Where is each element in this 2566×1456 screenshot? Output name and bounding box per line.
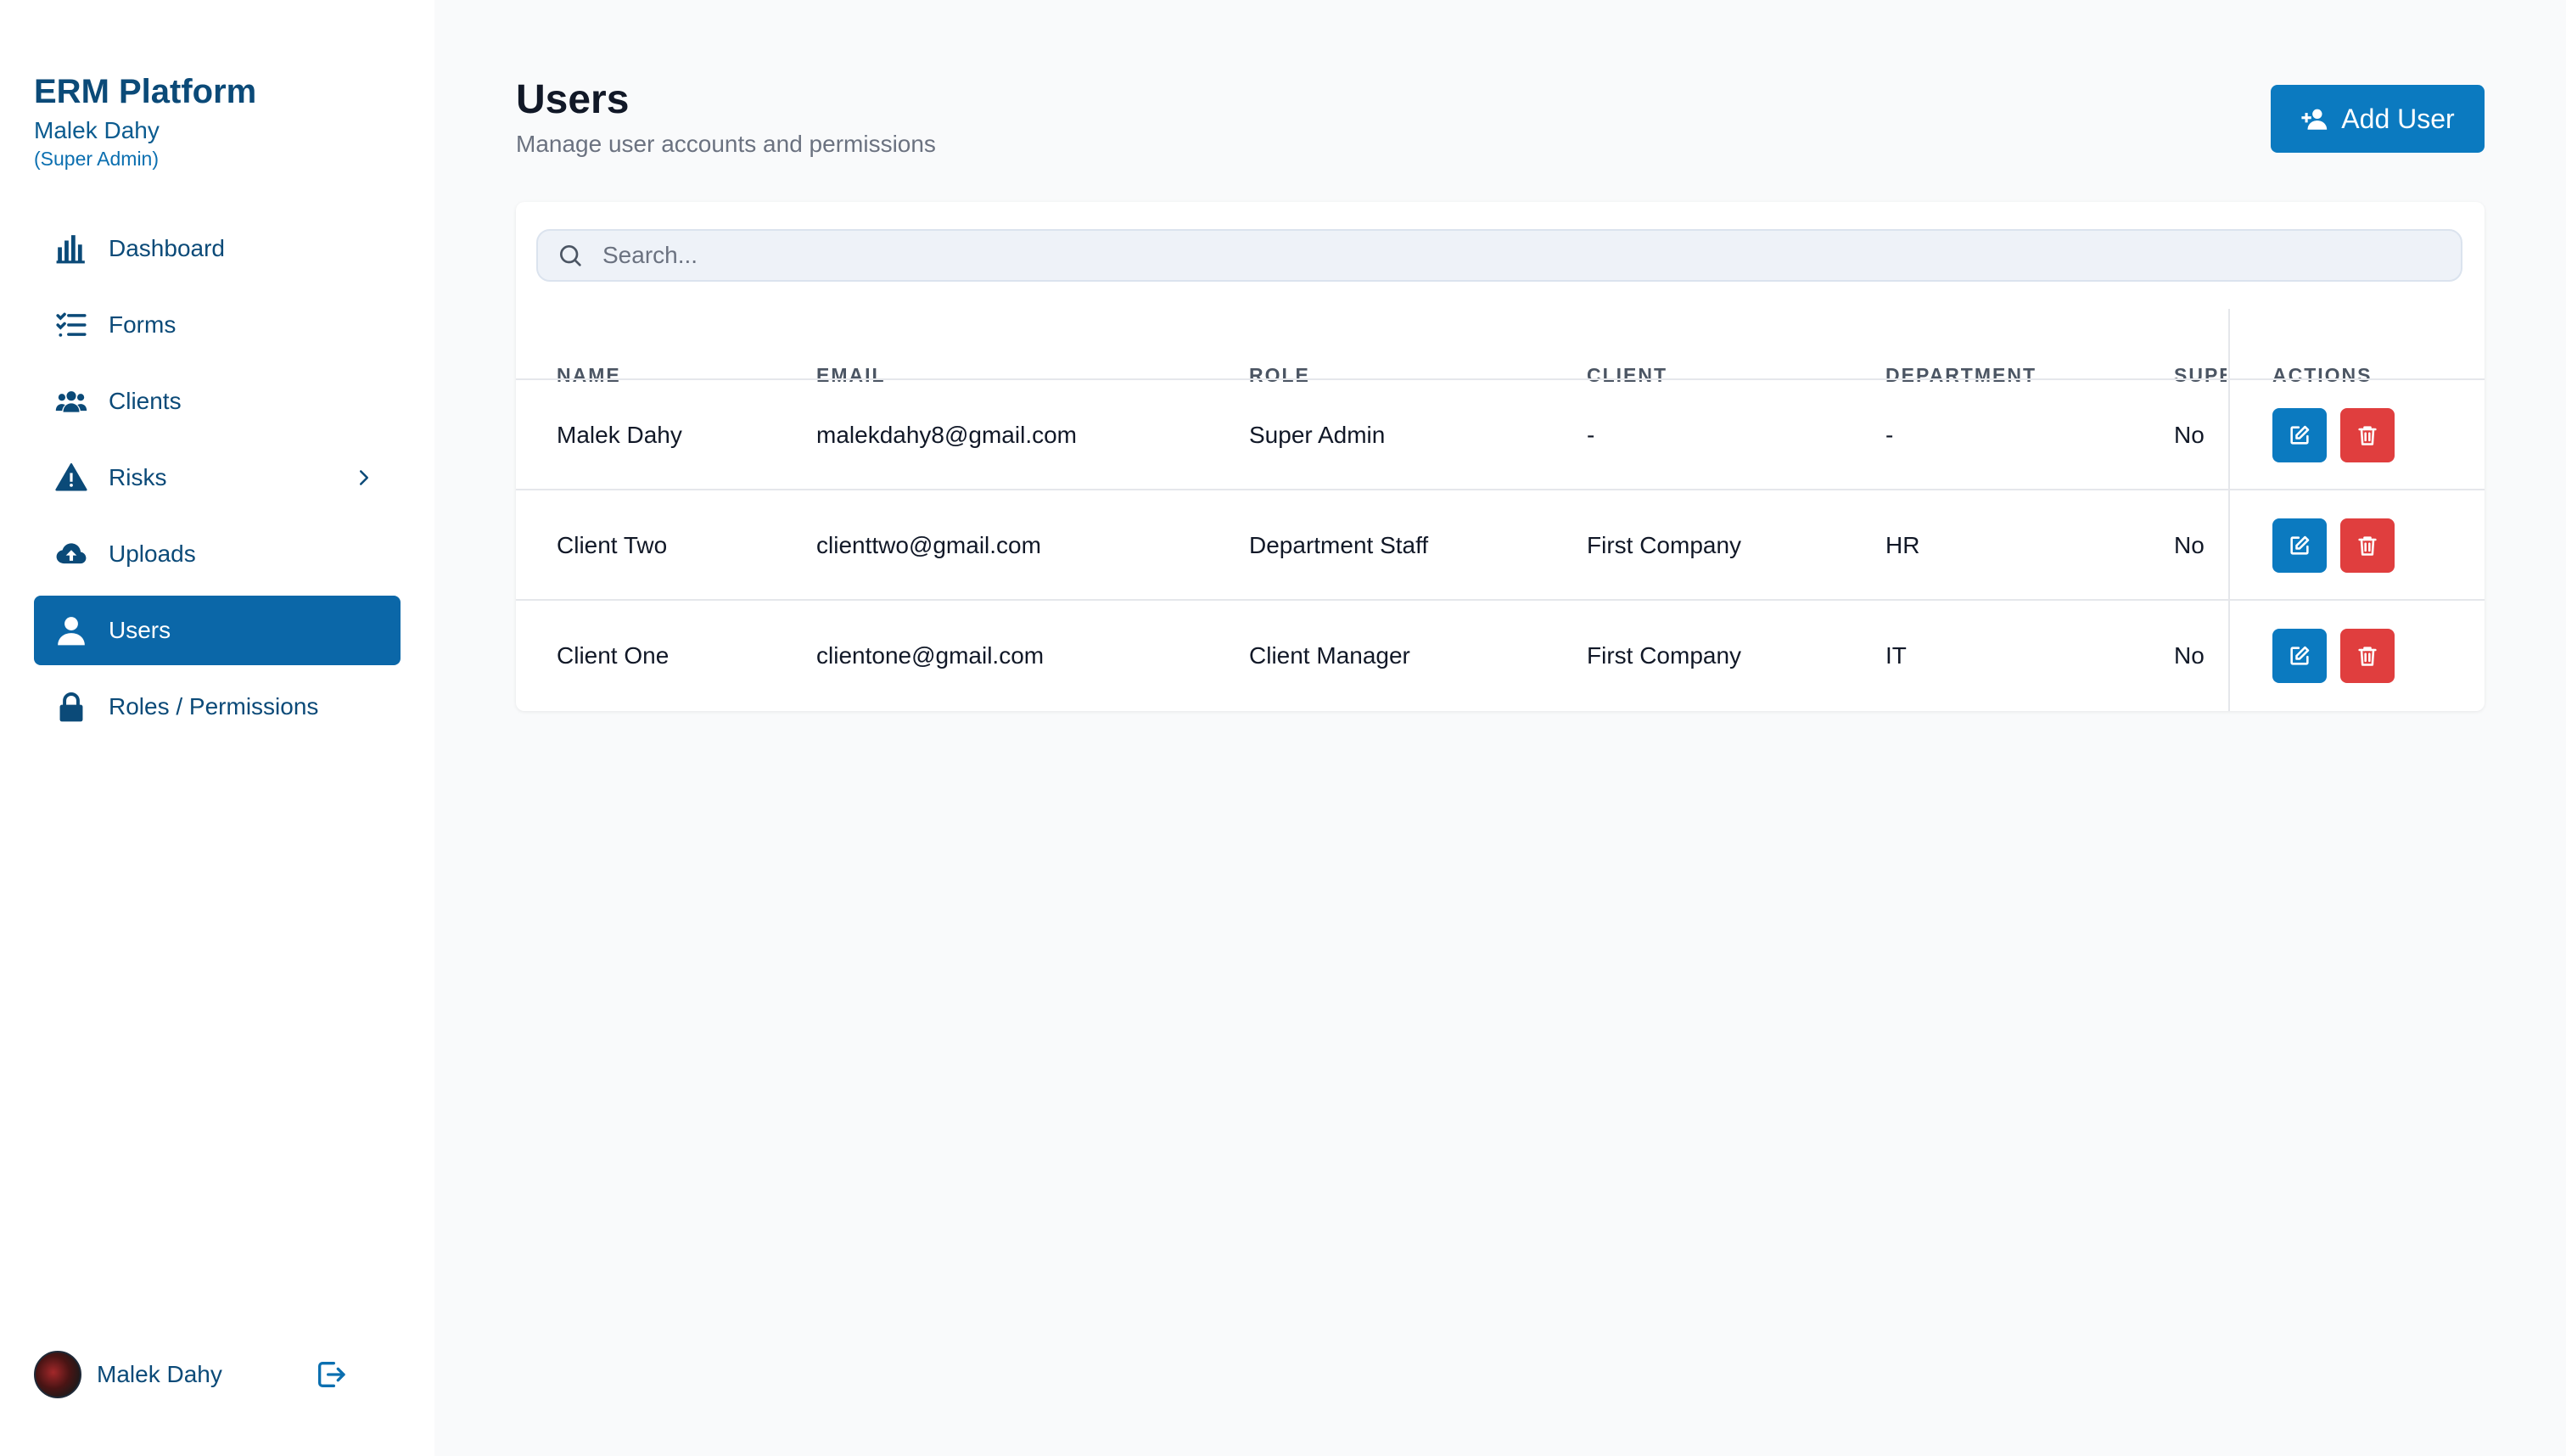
delete-button[interactable] xyxy=(2340,518,2395,573)
sidebar-item-label: Dashboard xyxy=(109,235,225,261)
footer-user-name: Malek Dahy xyxy=(97,1361,222,1387)
trash-icon xyxy=(2358,536,2377,556)
add-user-button[interactable]: Add User xyxy=(2271,85,2485,153)
bar-chart-icon xyxy=(54,232,88,266)
warning-icon xyxy=(54,461,88,495)
page-subtitle: Manage user accounts and permissions xyxy=(516,131,936,157)
brand: ERM Platform Malek Dahy (Super Admin) xyxy=(34,71,256,171)
brand-title: ERM Platform xyxy=(34,73,257,110)
sidebar-item-label: Forms xyxy=(109,311,176,338)
edit-button[interactable] xyxy=(2272,629,2327,683)
sidebar-item-label: Risks xyxy=(109,464,167,490)
lock-icon xyxy=(54,690,88,724)
sidebar-item-users[interactable]: Users xyxy=(34,596,401,665)
cell-client: First Company xyxy=(1587,642,1742,669)
cell-client: First Company xyxy=(1587,532,1742,558)
cell-client: - xyxy=(1587,422,1595,448)
cell-department: HR xyxy=(1885,532,1920,558)
search-icon xyxy=(560,245,581,266)
trash-icon xyxy=(2358,426,2377,445)
sidebar-item-label: Roles / Permissions xyxy=(109,693,319,720)
edit-icon xyxy=(2290,646,2310,665)
cell-name: Client Two xyxy=(557,532,668,558)
cell-role: Client Manager xyxy=(1249,642,1410,669)
user-icon xyxy=(54,613,88,647)
add-user-label: Add User xyxy=(2341,103,2455,134)
edit-icon xyxy=(2290,535,2310,555)
cell-super: No xyxy=(2174,532,2205,558)
cell-name: Malek Dahy xyxy=(557,422,682,448)
delete-button[interactable] xyxy=(2340,408,2395,462)
user-plus-icon xyxy=(2301,109,2328,130)
users-table-card: NAME EMAIL ROLE CLIENT DEPARTMENT SUPE A… xyxy=(516,202,2485,711)
table-row: Client One clientone@gmail.com Client Ma… xyxy=(516,601,2485,711)
table-row: Malek Dahy malekdahy8@gmail.com Super Ad… xyxy=(516,380,2485,490)
cloud-upload-icon xyxy=(54,537,88,571)
cell-name: Client One xyxy=(557,642,670,669)
sidebar-nav: Dashboard Forms Clients Risks Uploads Us… xyxy=(34,214,401,748)
cell-role: Department Staff xyxy=(1249,532,1429,558)
sidebar-item-uploads[interactable]: Uploads xyxy=(34,519,401,589)
sidebar-item-risks[interactable]: Risks xyxy=(34,443,401,512)
sidebar-item-forms[interactable]: Forms xyxy=(34,290,401,360)
sidebar-item-label: Users xyxy=(109,617,171,643)
trash-icon xyxy=(2358,647,2377,666)
cell-super: No xyxy=(2174,422,2205,448)
users-group-icon xyxy=(54,384,88,418)
brand-user-role: (Super Admin) xyxy=(34,148,160,170)
edit-button[interactable] xyxy=(2272,518,2327,573)
cell-role: Super Admin xyxy=(1249,422,1386,448)
cell-email: clienttwo@gmail.com xyxy=(816,532,1041,558)
sidebar-item-roles-permissions[interactable]: Roles / Permissions xyxy=(34,672,401,742)
logout-icon[interactable] xyxy=(314,1358,348,1392)
cell-email: malekdahy8@gmail.com xyxy=(816,422,1077,448)
checklist-icon xyxy=(54,308,88,342)
cell-super: No xyxy=(2174,642,2205,669)
sidebar-item-clients[interactable]: Clients xyxy=(34,367,401,436)
cell-email: clientone@gmail.com xyxy=(816,642,1045,669)
delete-button[interactable] xyxy=(2340,629,2395,683)
edit-icon xyxy=(2290,425,2310,445)
sidebar-footer: Malek Dahy xyxy=(34,1351,373,1398)
brand-user-name: Malek Dahy xyxy=(34,117,160,143)
avatar[interactable] xyxy=(34,1351,81,1398)
page-title: Users xyxy=(516,77,630,122)
sidebar: ERM Platform Malek Dahy (Super Admin) Da… xyxy=(0,0,434,1456)
search-input[interactable] xyxy=(601,241,2386,270)
table-row: Client Two clienttwo@gmail.com Departmen… xyxy=(516,490,2485,601)
sidebar-item-label: Clients xyxy=(109,388,182,414)
sidebar-item-label: Uploads xyxy=(109,540,196,567)
cell-department: IT xyxy=(1885,642,1907,669)
sidebar-item-dashboard[interactable]: Dashboard xyxy=(34,214,401,283)
edit-button[interactable] xyxy=(2272,408,2327,462)
cell-department: - xyxy=(1885,422,1894,448)
chevron-right-icon[interactable] xyxy=(351,465,377,490)
search-bar xyxy=(536,229,2462,282)
